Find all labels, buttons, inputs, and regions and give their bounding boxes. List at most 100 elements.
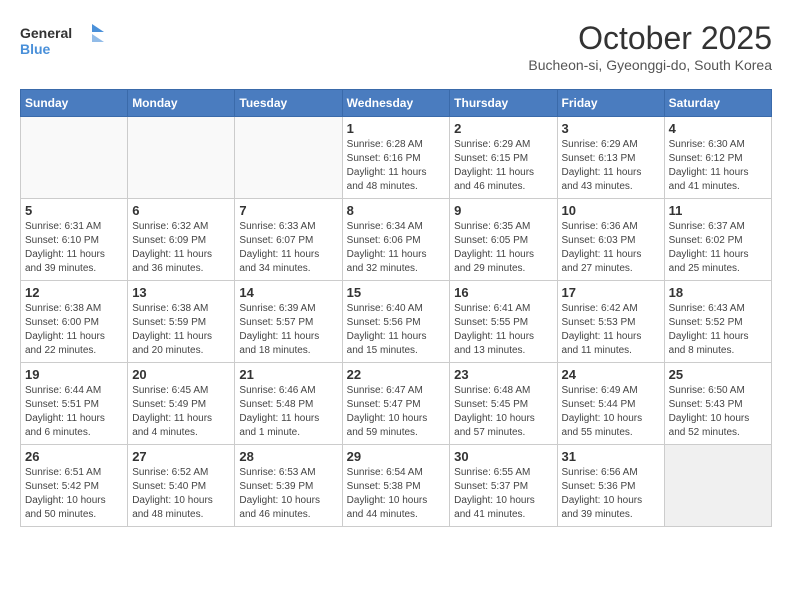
day-info: Sunrise: 6:37 AM Sunset: 6:02 PM Dayligh… xyxy=(669,220,767,276)
calendar-cell xyxy=(21,117,128,199)
day-number: 1 xyxy=(347,121,446,136)
day-number: 27 xyxy=(132,449,230,464)
day-info: Sunrise: 6:29 AM Sunset: 6:13 PM Dayligh… xyxy=(562,138,660,194)
day-number: 22 xyxy=(347,367,446,382)
calendar-week-row: 5Sunrise: 6:31 AM Sunset: 6:10 PM Daylig… xyxy=(21,199,772,281)
day-info: Sunrise: 6:34 AM Sunset: 6:06 PM Dayligh… xyxy=(347,220,446,276)
calendar-cell: 24Sunrise: 6:49 AM Sunset: 5:44 PM Dayli… xyxy=(557,363,664,445)
day-info: Sunrise: 6:36 AM Sunset: 6:03 PM Dayligh… xyxy=(562,220,660,276)
calendar-cell: 18Sunrise: 6:43 AM Sunset: 5:52 PM Dayli… xyxy=(664,281,771,363)
day-info: Sunrise: 6:38 AM Sunset: 5:59 PM Dayligh… xyxy=(132,302,230,358)
calendar-cell: 17Sunrise: 6:42 AM Sunset: 5:53 PM Dayli… xyxy=(557,281,664,363)
day-number: 9 xyxy=(454,203,552,218)
calendar-cell: 30Sunrise: 6:55 AM Sunset: 5:37 PM Dayli… xyxy=(450,445,557,527)
day-info: Sunrise: 6:51 AM Sunset: 5:42 PM Dayligh… xyxy=(25,466,123,522)
day-info: Sunrise: 6:43 AM Sunset: 5:52 PM Dayligh… xyxy=(669,302,767,358)
calendar-cell xyxy=(664,445,771,527)
weekday-header-friday: Friday xyxy=(557,90,664,117)
calendar-cell: 15 Sunrise: 6:40 AM Sunset: 5:56 PM Dayli… xyxy=(342,281,450,363)
day-info: Sunrise: 6:42 AM Sunset: 5:53 PM Dayligh… xyxy=(562,302,660,358)
calendar-cell: 23 Sunrise: 6:48 AM Sunset: 5:45 PM Dayli… xyxy=(450,363,557,445)
calendar-cell: 4 Sunrise: 6:30 AM Sunset: 6:12 PM Daylig… xyxy=(664,117,771,199)
title-block: October 2025 Bucheon-si, Gyeonggi-do, So… xyxy=(528,20,772,73)
day-info: Sunrise: 6:49 AM Sunset: 5:44 PM Dayligh… xyxy=(562,384,660,440)
day-info: Sunrise: 6:44 AM Sunset: 5:51 PM Dayligh… xyxy=(25,384,123,440)
calendar-cell: 3 Sunrise: 6:29 AM Sunset: 6:13 PM Daylig… xyxy=(557,117,664,199)
logo: General Blue xyxy=(20,20,110,60)
calendar-cell: 5Sunrise: 6:31 AM Sunset: 6:10 PM Daylig… xyxy=(21,199,128,281)
calendar-cell xyxy=(128,117,235,199)
svg-text:Blue: Blue xyxy=(20,41,51,57)
calendar-cell: 10 Sunrise: 6:36 AM Sunset: 6:03 PM Dayli… xyxy=(557,199,664,281)
day-number: 23 xyxy=(454,367,552,382)
calendar-cell: 13Sunrise: 6:38 AM Sunset: 5:59 PM Dayli… xyxy=(128,281,235,363)
calendar-cell: 14 Sunrise: 6:39 AM Sunset: 5:57 PM Dayli… xyxy=(235,281,342,363)
calendar-cell: 16 Sunrise: 6:41 AM Sunset: 5:55 PM Dayli… xyxy=(450,281,557,363)
day-number: 31 xyxy=(562,449,660,464)
day-info: Sunrise: 6:32 AM Sunset: 6:09 PM Dayligh… xyxy=(132,220,230,276)
month-title: October 2025 xyxy=(528,20,772,57)
day-info: Sunrise: 6:33 AM Sunset: 6:07 PM Dayligh… xyxy=(239,220,337,276)
page-header: General Blue October 2025 Bucheon-si, Gy… xyxy=(20,20,772,73)
calendar-table: SundayMondayTuesdayWednesdayThursdayFrid… xyxy=(20,89,772,527)
calendar-cell: 20Sunrise: 6:45 AM Sunset: 5:49 PM Dayli… xyxy=(128,363,235,445)
calendar-cell: 21Sunrise: 6:46 AM Sunset: 5:48 PM Dayli… xyxy=(235,363,342,445)
calendar-cell: 26 Sunrise: 6:51 AM Sunset: 5:42 PM Dayli… xyxy=(21,445,128,527)
calendar-cell: 11 Sunrise: 6:37 AM Sunset: 6:02 PM Dayli… xyxy=(664,199,771,281)
day-info: Sunrise: 6:31 AM Sunset: 6:10 PM Dayligh… xyxy=(25,220,123,276)
day-number: 7 xyxy=(239,203,337,218)
day-info: Sunrise: 6:40 AM Sunset: 5:56 PM Dayligh… xyxy=(347,302,446,358)
day-number: 4 xyxy=(669,121,767,136)
day-number: 19 xyxy=(25,367,123,382)
day-number: 10 xyxy=(562,203,660,218)
day-info: Sunrise: 6:50 AM Sunset: 5:43 PM Dayligh… xyxy=(669,384,767,440)
day-number: 20 xyxy=(132,367,230,382)
day-number: 26 xyxy=(25,449,123,464)
day-info: Sunrise: 6:56 AM Sunset: 5:36 PM Dayligh… xyxy=(562,466,660,522)
day-info: Sunrise: 6:48 AM Sunset: 5:45 PM Dayligh… xyxy=(454,384,552,440)
day-number: 6 xyxy=(132,203,230,218)
calendar-cell: 12 Sunrise: 6:38 AM Sunset: 6:00 PM Dayli… xyxy=(21,281,128,363)
day-info: Sunrise: 6:30 AM Sunset: 6:12 PM Dayligh… xyxy=(669,138,767,194)
weekday-header-tuesday: Tuesday xyxy=(235,90,342,117)
day-number: 11 xyxy=(669,203,767,218)
day-number: 21 xyxy=(239,367,337,382)
calendar-cell: 2 Sunrise: 6:29 AM Sunset: 6:15 PM Daylig… xyxy=(450,117,557,199)
calendar-week-row: 19 Sunrise: 6:44 AM Sunset: 5:51 PM Dayli… xyxy=(21,363,772,445)
day-number: 15 xyxy=(347,285,446,300)
day-number: 14 xyxy=(239,285,337,300)
calendar-cell: 29Sunrise: 6:54 AM Sunset: 5:38 PM Dayli… xyxy=(342,445,450,527)
calendar-week-row: 12 Sunrise: 6:38 AM Sunset: 6:00 PM Dayli… xyxy=(21,281,772,363)
day-number: 29 xyxy=(347,449,446,464)
day-info: Sunrise: 6:28 AM Sunset: 6:16 PM Dayligh… xyxy=(347,138,446,194)
calendar-cell: 25 Sunrise: 6:50 AM Sunset: 5:43 PM Dayli… xyxy=(664,363,771,445)
weekday-header-row: SundayMondayTuesdayWednesdayThursdayFrid… xyxy=(21,90,772,117)
day-number: 30 xyxy=(454,449,552,464)
day-number: 25 xyxy=(669,367,767,382)
calendar-cell: 31 Sunrise: 6:56 AM Sunset: 5:36 PM Dayli… xyxy=(557,445,664,527)
day-info: Sunrise: 6:38 AM Sunset: 6:00 PM Dayligh… xyxy=(25,302,123,358)
day-info: Sunrise: 6:53 AM Sunset: 5:39 PM Dayligh… xyxy=(239,466,337,522)
location-subtitle: Bucheon-si, Gyeonggi-do, South Korea xyxy=(528,57,772,73)
day-info: Sunrise: 6:41 AM Sunset: 5:55 PM Dayligh… xyxy=(454,302,552,358)
day-number: 2 xyxy=(454,121,552,136)
weekday-header-thursday: Thursday xyxy=(450,90,557,117)
calendar-cell: 8Sunrise: 6:34 AM Sunset: 6:06 PM Daylig… xyxy=(342,199,450,281)
day-info: Sunrise: 6:39 AM Sunset: 5:57 PM Dayligh… xyxy=(239,302,337,358)
logo-svg: General Blue xyxy=(20,20,110,60)
calendar-cell: 28 Sunrise: 6:53 AM Sunset: 5:39 PM Dayli… xyxy=(235,445,342,527)
day-number: 16 xyxy=(454,285,552,300)
day-number: 28 xyxy=(239,449,337,464)
day-number: 12 xyxy=(25,285,123,300)
calendar-cell: 9Sunrise: 6:35 AM Sunset: 6:05 PM Daylig… xyxy=(450,199,557,281)
calendar-week-row: 1 Sunrise: 6:28 AM Sunset: 6:16 PM Daylig… xyxy=(21,117,772,199)
day-info: Sunrise: 6:29 AM Sunset: 6:15 PM Dayligh… xyxy=(454,138,552,194)
weekday-header-saturday: Saturday xyxy=(664,90,771,117)
calendar-cell: 22Sunrise: 6:47 AM Sunset: 5:47 PM Dayli… xyxy=(342,363,450,445)
calendar-cell: 1 Sunrise: 6:28 AM Sunset: 6:16 PM Daylig… xyxy=(342,117,450,199)
calendar-cell xyxy=(235,117,342,199)
weekday-header-wednesday: Wednesday xyxy=(342,90,450,117)
calendar-cell: 27Sunrise: 6:52 AM Sunset: 5:40 PM Dayli… xyxy=(128,445,235,527)
day-number: 3 xyxy=(562,121,660,136)
weekday-header-sunday: Sunday xyxy=(21,90,128,117)
